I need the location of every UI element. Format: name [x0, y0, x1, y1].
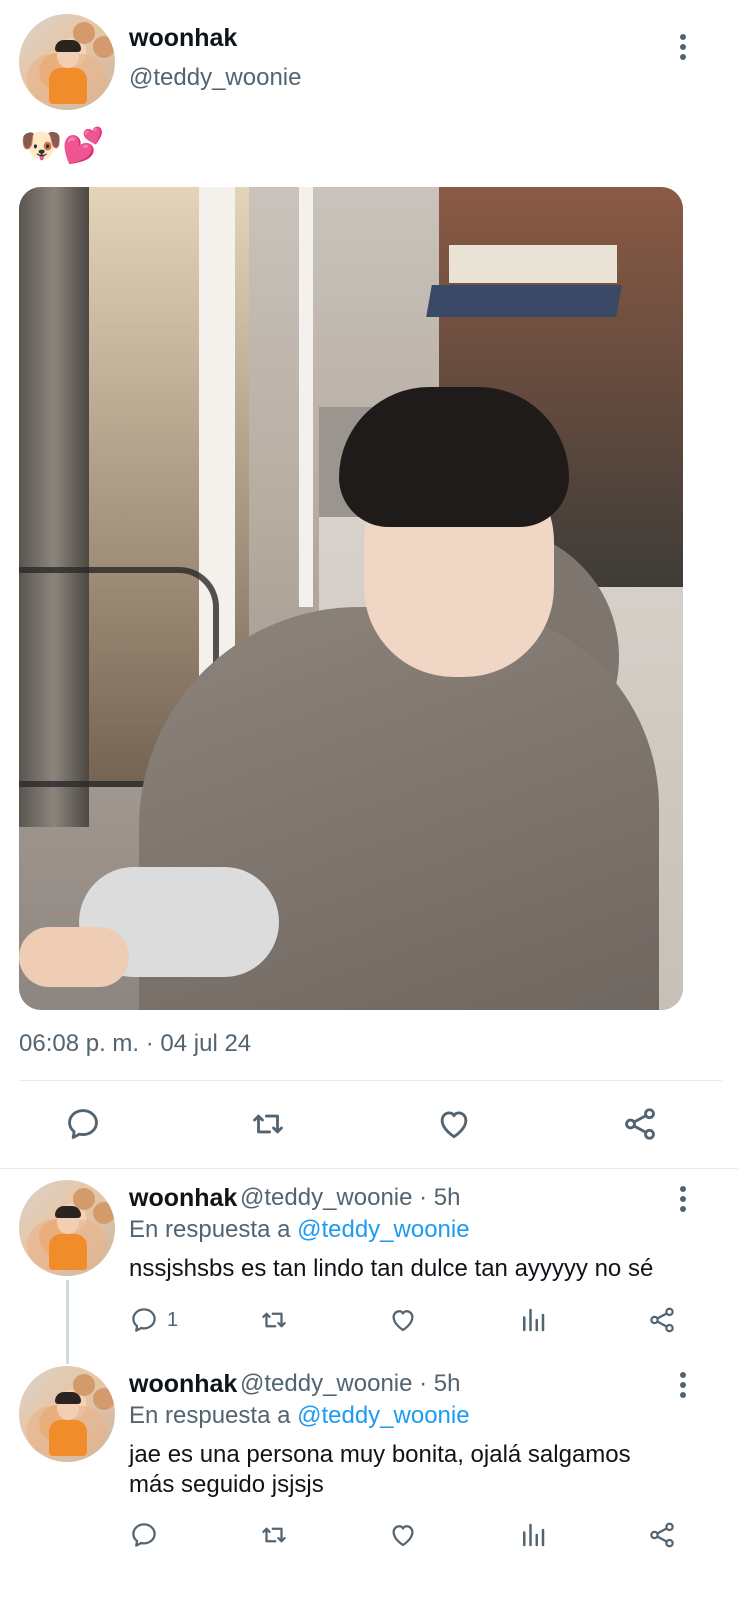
like-button[interactable] [435, 1105, 473, 1143]
like-icon [392, 1310, 414, 1332]
reply-button[interactable]: 1 [129, 1305, 178, 1335]
reply-to-line: En respuesta a @teddy_woonie [129, 1216, 470, 1244]
avatar-bear-ear [93, 36, 115, 58]
share-icon [650, 1522, 674, 1548]
reply-to-prefix: En respuesta a [129, 1402, 291, 1429]
more-vertical-icon[interactable] [679, 1372, 687, 1402]
retweet-icon [262, 1312, 286, 1328]
reply-author-name[interactable]: woonhak [129, 1370, 237, 1399]
reply-icon [132, 1523, 156, 1547]
reply-button[interactable] [129, 1520, 159, 1550]
like-icon [392, 1525, 414, 1547]
avatar-hair [55, 1206, 81, 1218]
more-vertical-icon[interactable] [679, 1186, 687, 1216]
like-button[interactable] [388, 1305, 418, 1335]
photo-hair [339, 387, 569, 527]
retweet-button[interactable] [248, 1105, 288, 1143]
retweet-button[interactable] [258, 1305, 290, 1335]
share-button[interactable] [647, 1520, 677, 1550]
photo-shop-sign [449, 245, 617, 283]
reply-to-line: En respuesta a @teddy_woonie [129, 1402, 470, 1430]
photo-door-frame [299, 187, 313, 607]
views-button[interactable] [518, 1520, 548, 1550]
retweet-icon [262, 1527, 286, 1543]
photo-hand [19, 927, 129, 987]
reply-to-mention[interactable]: @teddy_woonie [297, 1216, 469, 1243]
reply-avatar[interactable] [19, 1180, 115, 1276]
photo-awning [426, 285, 622, 317]
reply-icon [132, 1308, 156, 1332]
avatar-bear-ear [93, 1202, 115, 1224]
avatar-bear-ear [93, 1388, 115, 1410]
more-vertical-icon[interactable] [679, 34, 687, 64]
reply-text-line-1: jae es una persona muy bonita, ojalá sal… [129, 1441, 631, 1468]
retweet-button[interactable] [258, 1520, 290, 1550]
reply-handle-time[interactable]: @teddy_woonie · 5h [240, 1370, 461, 1398]
share-icon [625, 1108, 655, 1140]
thread-connector-line [66, 1280, 69, 1364]
views-button[interactable] [518, 1305, 548, 1335]
share-icon [650, 1307, 674, 1333]
reply-to-prefix: En respuesta a [129, 1216, 291, 1243]
retweet-icon [253, 1114, 283, 1134]
tweet-timestamp[interactable]: 06:08 p. m. · 04 jul 24 [19, 1030, 251, 1058]
divider [19, 1080, 722, 1081]
author-name[interactable]: woonhak [129, 24, 237, 53]
share-button[interactable] [647, 1305, 677, 1335]
author-avatar[interactable] [19, 14, 115, 110]
views-icon [523, 1523, 545, 1547]
author-handle[interactable]: @teddy_woonie [129, 64, 301, 92]
avatar-body [49, 1234, 87, 1270]
tweet-photo[interactable] [19, 187, 683, 1010]
reply-to-mention[interactable]: @teddy_woonie [297, 1402, 469, 1429]
avatar-body [49, 1420, 87, 1456]
avatar-body [49, 68, 87, 104]
reply-text: nssjshsbs es tan lindo tan dulce tan ayy… [129, 1255, 654, 1282]
avatar-hair [55, 40, 81, 52]
divider [0, 1168, 738, 1169]
reply-avatar[interactable] [19, 1366, 115, 1462]
reply-button[interactable] [64, 1105, 102, 1143]
like-button[interactable] [388, 1520, 418, 1550]
share-button[interactable] [621, 1105, 659, 1143]
reply-text-line-2: más seguido jsjsjs [129, 1471, 324, 1498]
reply-count: 1 [167, 1308, 179, 1331]
reply-author-name[interactable]: woonhak [129, 1184, 237, 1213]
reply-icon [68, 1109, 98, 1139]
reply-handle-time[interactable]: @teddy_woonie · 5h [240, 1184, 461, 1212]
views-icon [523, 1308, 545, 1332]
tweet-text: 🐶💕 [20, 127, 105, 165]
avatar-hair [55, 1392, 81, 1404]
like-icon [440, 1111, 468, 1139]
